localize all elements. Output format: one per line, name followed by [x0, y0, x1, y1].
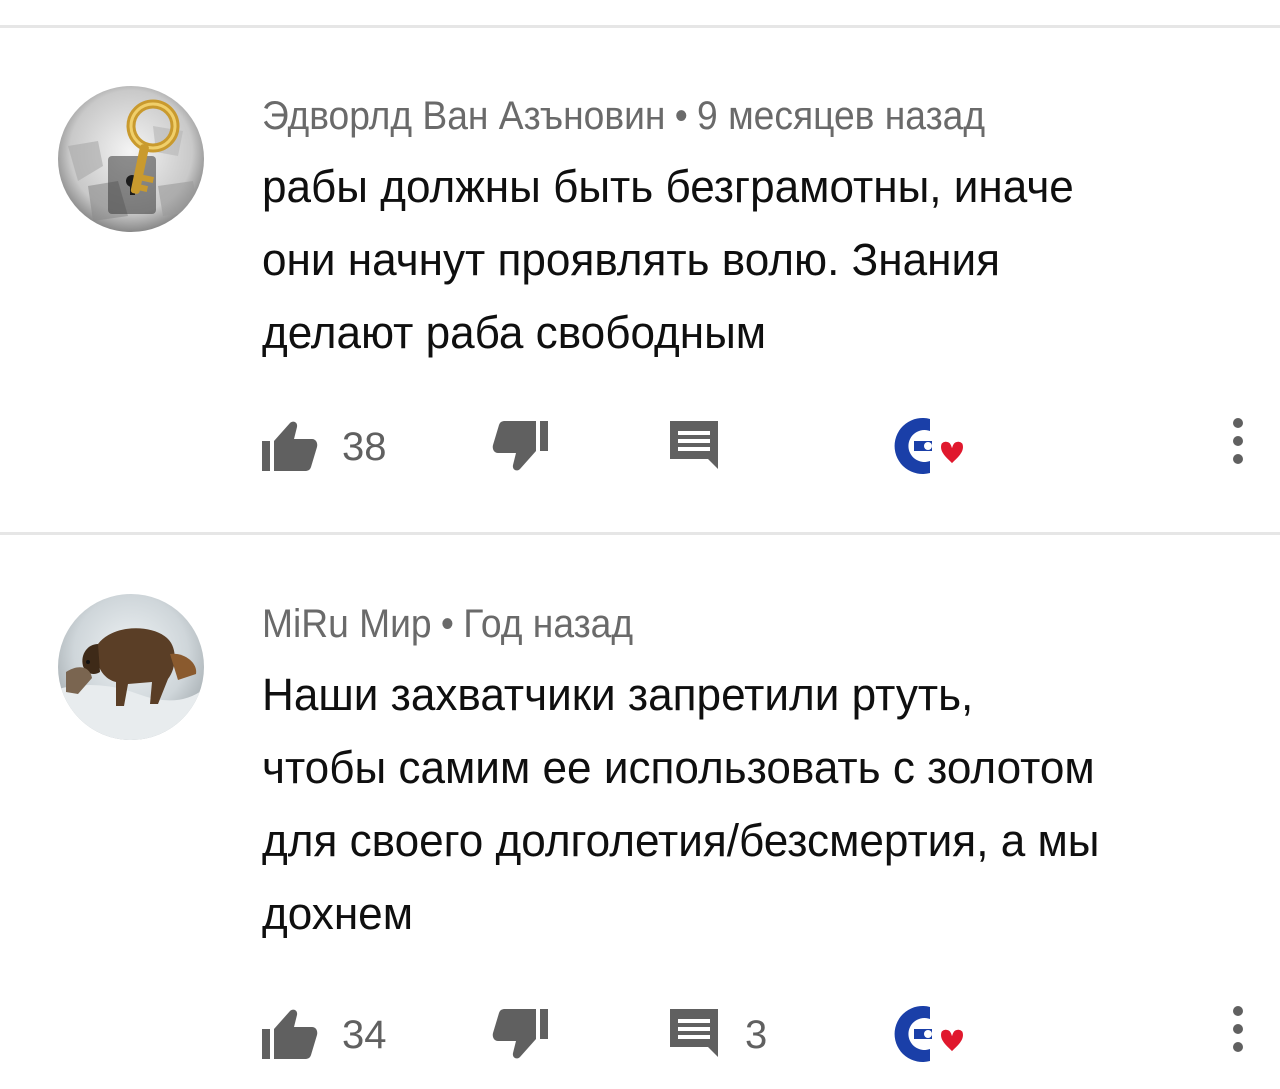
reply-button[interactable] [668, 999, 724, 1069]
creator-heart-badge[interactable] [892, 999, 972, 1069]
avatar[interactable] [58, 86, 204, 232]
author-name[interactable]: MiRu Мир [262, 602, 432, 646]
reply-icon [670, 1009, 718, 1057]
meta-separator: • [440, 602, 454, 646]
more-options-button[interactable] [1226, 411, 1250, 481]
comment-text-line: рабы должны быть безграмотны, иначе [262, 161, 1074, 212]
like-button[interactable] [260, 411, 326, 481]
like-button[interactable] [260, 999, 326, 1069]
thumbs-up-icon [262, 421, 318, 471]
comment-meta: MiRu Мир • Год назад [262, 598, 633, 650]
comment-time[interactable]: Год назад [463, 602, 633, 646]
more-options-button[interactable] [1226, 999, 1250, 1069]
thumbs-down-icon [492, 421, 548, 471]
comment-text: Наши захватчики запретили ртуть, чтобы с… [262, 658, 1262, 950]
thumbs-down-icon [492, 1009, 548, 1059]
bison-painting-icon [58, 594, 204, 740]
golden-key-icon [58, 86, 204, 232]
comment-meta: Эдворлд Ван Азъновин • 9 месяцев назад [262, 90, 985, 142]
reply-icon [670, 421, 718, 469]
heart-badge-icon [894, 418, 966, 474]
comment-actions: 38 [0, 411, 1280, 481]
meta-separator: • [674, 94, 688, 138]
comment-text-line: Наши захватчики запретили ртуть, [262, 669, 974, 720]
comment-text: рабы должны быть безграмотны, иначе они … [262, 150, 1262, 369]
more-vert-icon [1233, 418, 1243, 464]
comment-time[interactable]: 9 месяцев назад [697, 94, 985, 138]
reply-button[interactable] [668, 411, 724, 481]
comment-text-line: чтобы самим ее использовать с золотом [262, 742, 1095, 793]
dislike-button[interactable] [490, 411, 556, 481]
comment-text-line: делают раба свободным [262, 307, 767, 358]
top-divider [0, 25, 1280, 28]
dislike-button[interactable] [490, 999, 556, 1069]
heart-badge-icon [894, 1006, 966, 1062]
creator-heart-badge[interactable] [892, 411, 972, 481]
comment-actions: 34 3 [0, 999, 1280, 1069]
comment-text-line: дохнем [262, 888, 414, 939]
comment-divider [0, 532, 1280, 535]
thumbs-up-icon [262, 1009, 318, 1059]
like-count: 38 [342, 425, 387, 469]
comment-text-line: они начнут проявлять волю. Знания [262, 234, 1000, 285]
avatar[interactable] [58, 594, 204, 740]
author-name[interactable]: Эдворлд Ван Азъновин [262, 94, 665, 138]
reply-count[interactable]: 3 [745, 1013, 767, 1057]
more-vert-icon [1233, 1006, 1243, 1052]
comment-text-line: для своего долголетия/безсмертия, а мы [262, 815, 1100, 866]
like-count: 34 [342, 1013, 387, 1057]
